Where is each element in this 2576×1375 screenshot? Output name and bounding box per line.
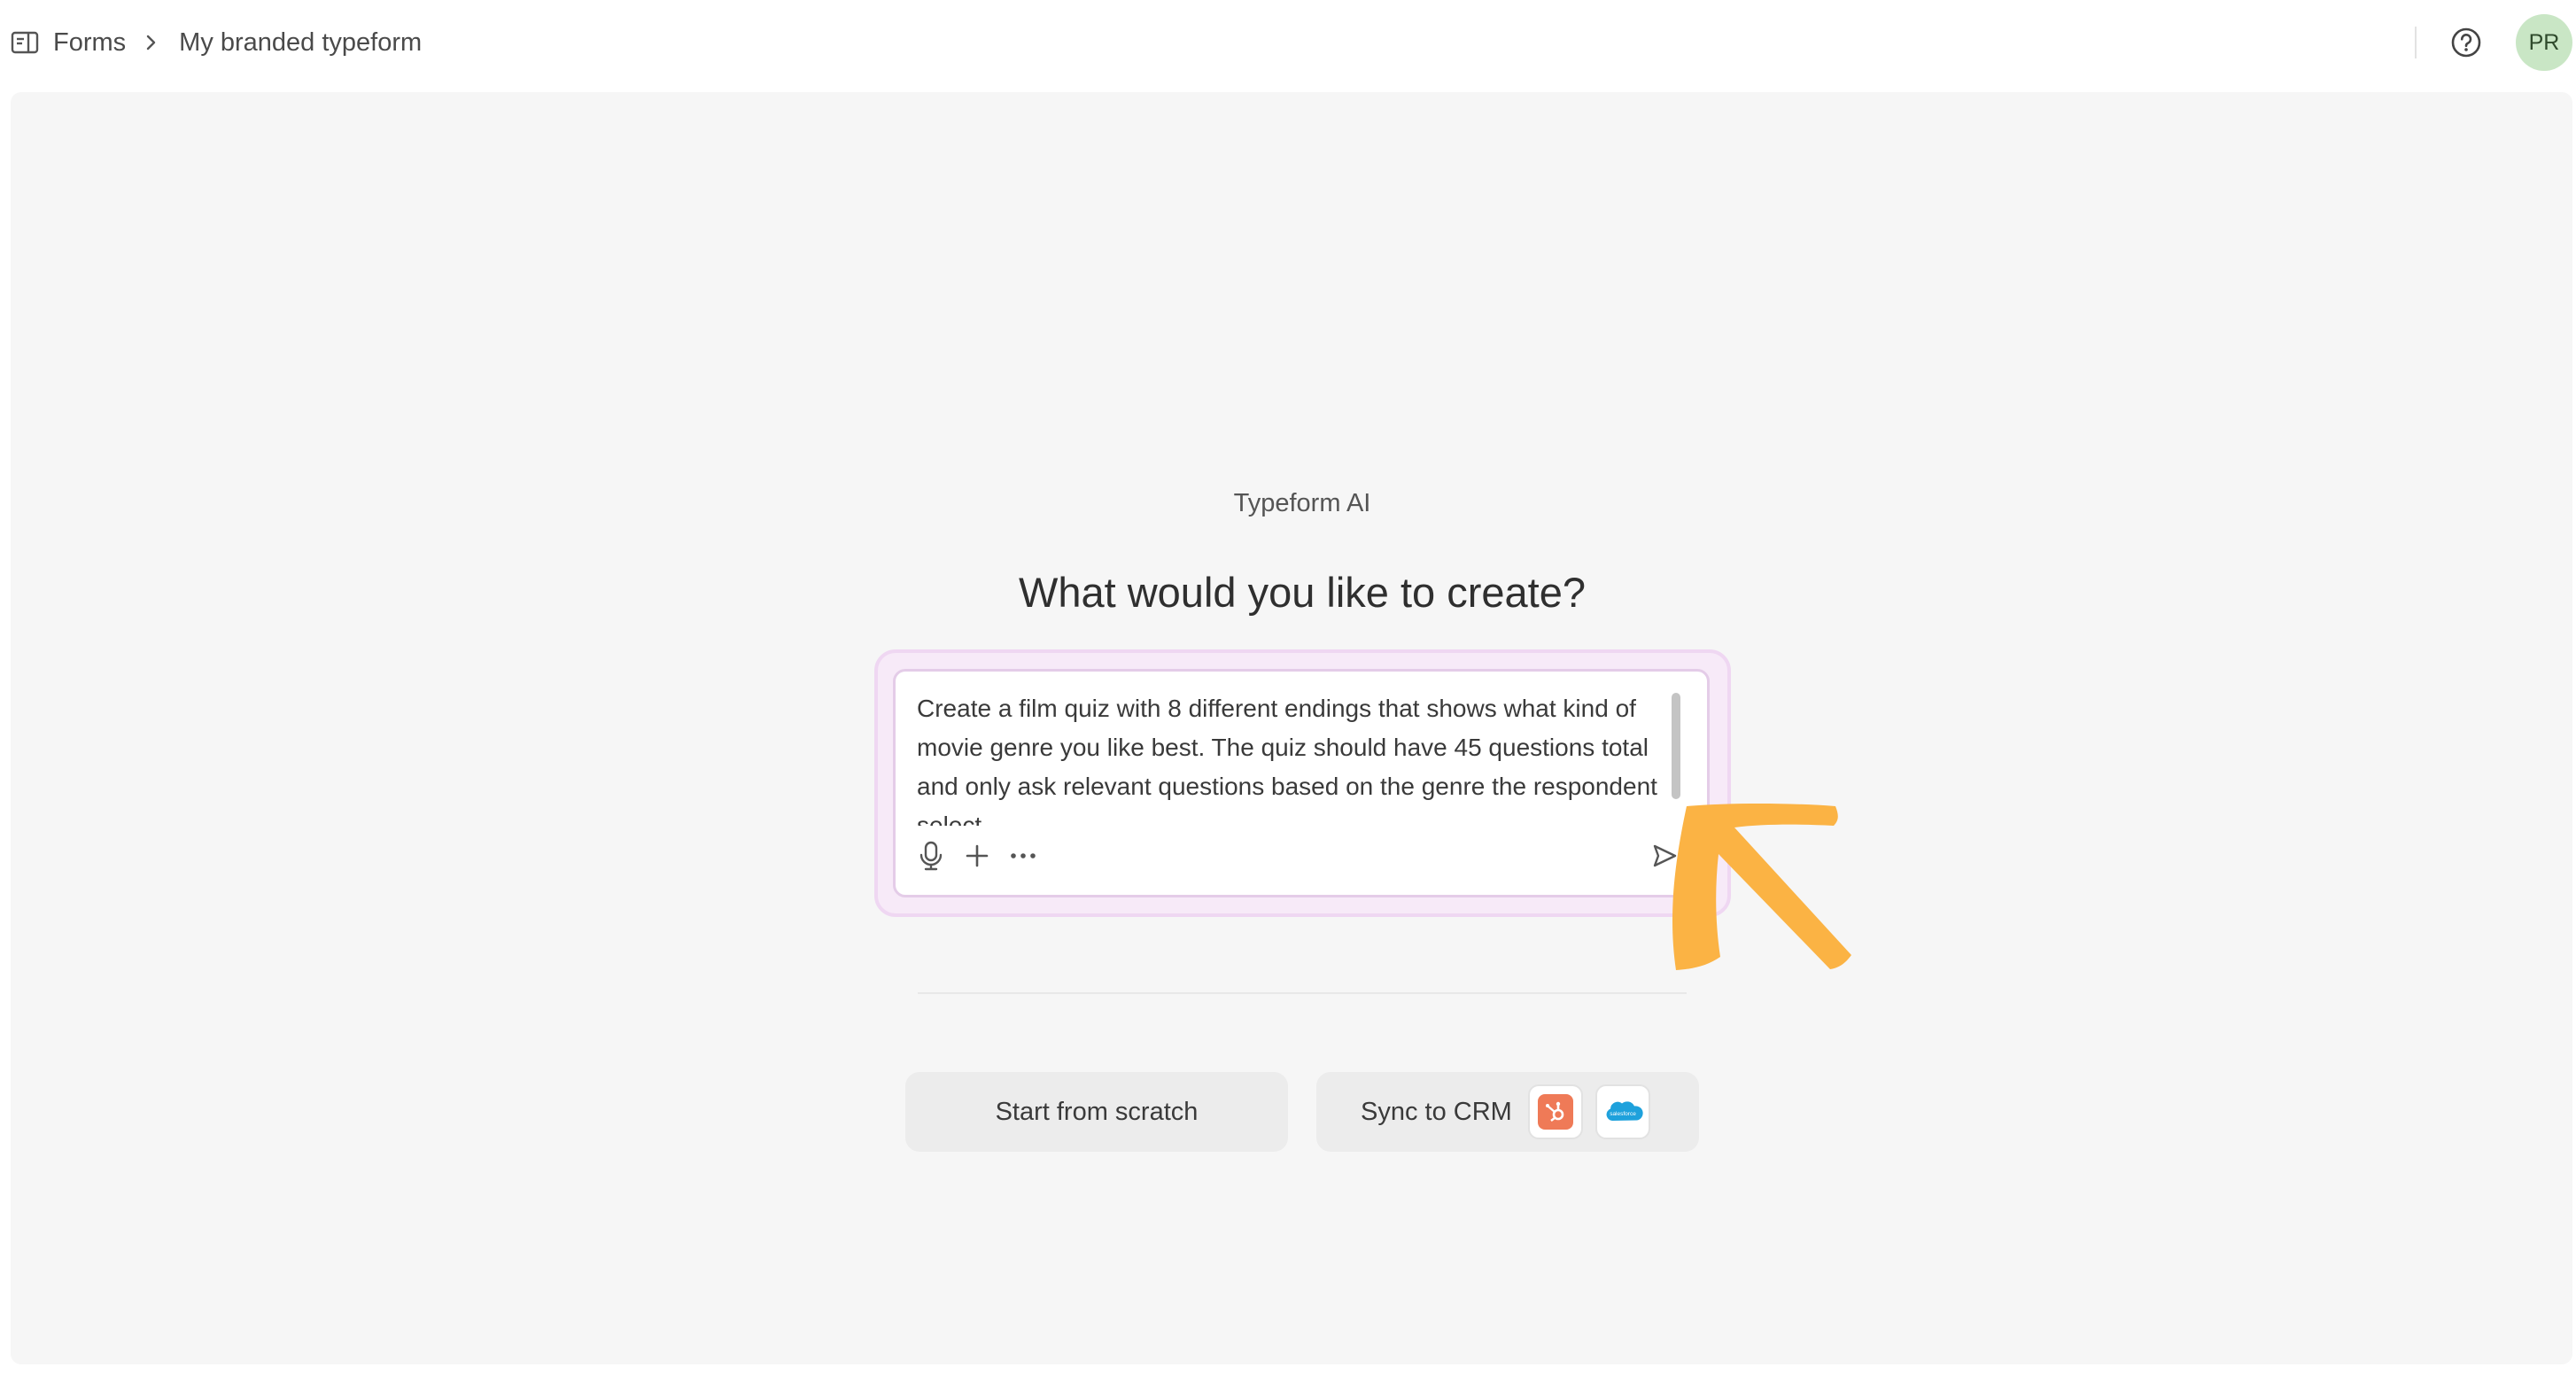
salesforce-wordmark: salesforce [1610,1111,1636,1117]
microphone-icon[interactable] [913,838,949,874]
user-avatar[interactable]: PR [2516,14,2572,71]
typeform-ai-label: Typeform AI [1233,489,1371,517]
hubspot-logo [1527,1084,1583,1139]
prompt-box: Create a film quiz with 8 different endi… [893,669,1710,897]
chevron-right-icon [144,33,163,52]
pointer-arrow-annotation [1672,804,1851,970]
more-icon[interactable] [1005,838,1041,874]
breadcrumb-current-form[interactable]: My branded typeform [179,28,422,58]
top-bar: Forms My branded typeform PR [0,0,2576,92]
start-from-scratch-button[interactable]: Start from scratch [905,1072,1288,1152]
breadcrumb: Forms My branded typeform [11,25,422,60]
main-canvas: Typeform AI What would you like to creat… [11,92,2572,1364]
sync-to-crm-button[interactable]: Sync to CRM salesforce [1316,1072,1699,1152]
help-icon[interactable] [2450,27,2482,58]
start-from-scratch-label: Start from scratch [995,1097,1199,1126]
page-title: What would you like to create? [1018,569,1587,617]
section-divider [918,992,1687,994]
breadcrumb-forms-link[interactable]: Forms [53,28,126,58]
header-divider [2415,27,2417,58]
prompt-input[interactable]: Create a film quiz with 8 different endi… [917,689,1661,826]
forms-panel-icon[interactable] [11,27,41,58]
sync-to-crm-label: Sync to CRM [1361,1097,1512,1126]
salesforce-logo: salesforce [1594,1084,1650,1139]
plus-icon[interactable] [959,838,995,874]
